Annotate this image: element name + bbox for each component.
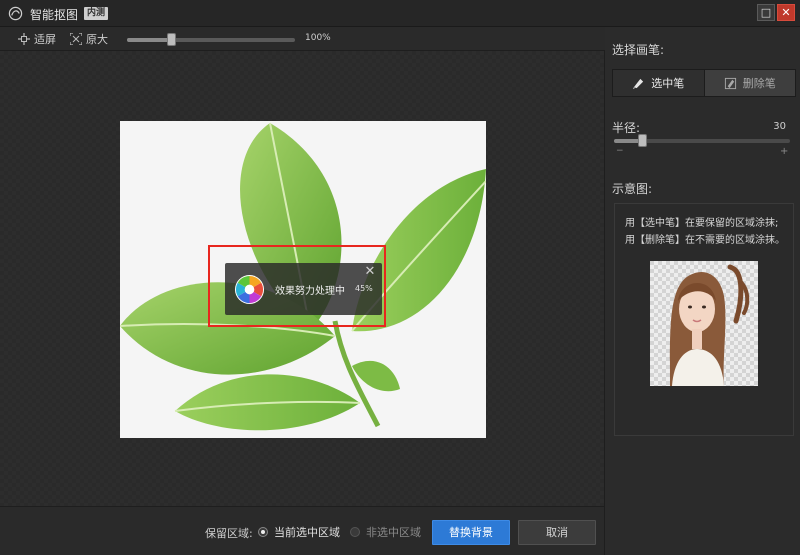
popup-close-icon[interactable]: ✕ [363,265,377,279]
keep-other-label: 非选中区域 [366,526,421,539]
fit-screen-label: 适屏 [34,33,56,46]
zoom-slider[interactable] [127,33,295,46]
beta-badge: 内测 [84,7,109,20]
demo-heading: 示意图: [612,182,653,196]
zoom-slider-thumb[interactable] [167,33,176,46]
title-bar: 智能抠图 内测 □ ✕ [0,0,800,27]
keep-current-label: 当前选中区域 [274,526,340,539]
demo-portrait-image [650,261,758,386]
window-title: 智能抠图 [30,8,79,22]
demo-instruction-2: 用【删除笔】在不需要的区域涂抹。 [625,235,785,246]
brush-sidebar: 选择画笔: 选中笔 删除笔 半径: 30 − + 示意图: 用【选中笔】在要保留… [606,27,800,555]
cancel-button[interactable]: 取消 [518,520,596,545]
select-brush-icon [633,78,644,89]
original-size-icon [70,33,82,45]
keep-current-radio[interactable]: 当前选中区域 [258,524,340,540]
select-brush-label: 选中笔 [651,77,685,90]
fit-screen-icon [18,33,30,45]
radio-dot [258,527,268,537]
progress-text: 效果努力处理中 [275,286,345,297]
replace-background-button[interactable]: 替换背景 [432,520,510,545]
select-brush-tab[interactable]: 选中笔 [613,70,705,96]
zoom-slider-fill [127,38,172,42]
erase-brush-tab[interactable]: 删除笔 [704,70,795,96]
close-button[interactable]: ✕ [777,4,795,21]
view-toolbar: 适屏 原大 100% [0,27,605,51]
fit-screen-button[interactable]: 适屏 [18,31,56,47]
erase-brush-label: 删除笔 [742,77,776,90]
radius-decrease-button[interactable]: − [616,146,624,156]
keep-other-radio[interactable]: 非选中区域 [350,524,421,540]
bottom-bar: 保留区域: 当前选中区域 非选中区域 替换背景 取消 [0,506,605,555]
original-size-label: 原大 [86,33,108,46]
original-size-button[interactable]: 原大 [70,31,108,47]
radio-dot [350,527,360,537]
radius-increase-button[interactable]: + [780,146,788,157]
demo-instruction-1: 用【选中笔】在要保留的区域涂抹; [625,218,779,229]
radius-slider[interactable] [614,134,790,147]
keep-area-label: 保留区域: [205,527,253,540]
maximize-button[interactable]: □ [757,4,775,21]
radius-slider-thumb[interactable] [638,134,647,147]
app-logo-icon [8,6,23,21]
progress-popup: 效果努力处理中 45% ✕ [225,263,382,315]
erase-brush-icon [724,77,736,89]
brush-selector: 选中笔 删除笔 [612,69,796,97]
loading-spinner-icon [234,274,265,305]
radius-label: 半径: [612,121,641,135]
editing-canvas[interactable]: 效果努力处理中 45% ✕ [0,51,605,506]
zoom-value: 100% [305,33,331,43]
choose-brush-heading: 选择画笔: [612,43,665,57]
demo-panel: 用【选中笔】在要保留的区域涂抹; 用【删除笔】在不需要的区域涂抹。 [614,203,794,436]
progress-percent: 45% [355,284,373,293]
radius-value: 30 [773,121,786,132]
